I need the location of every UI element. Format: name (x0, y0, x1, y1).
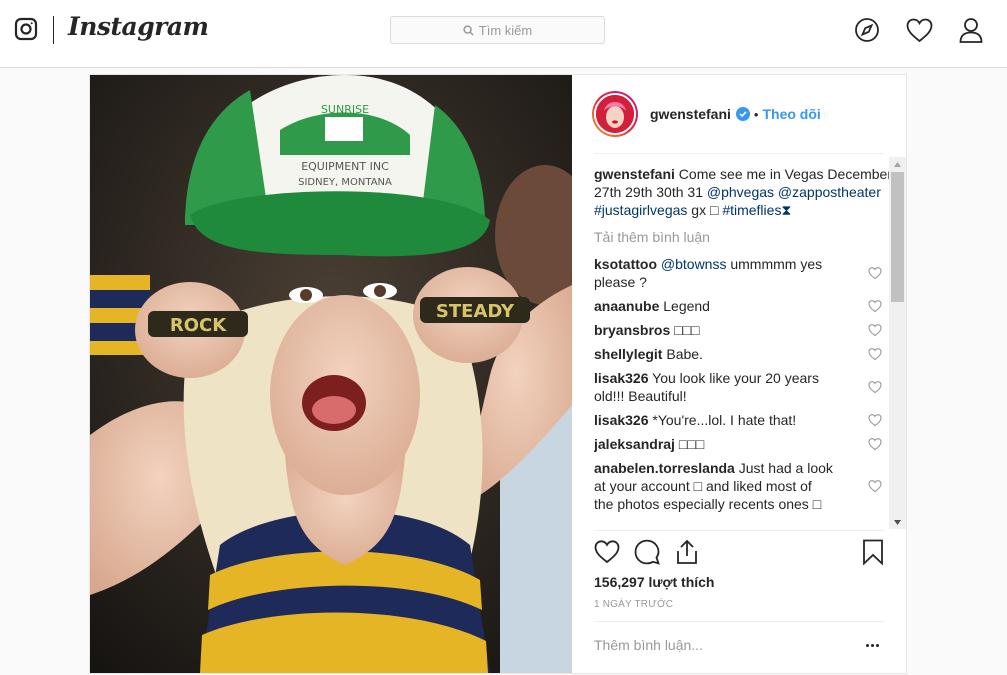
scroll-up-arrow-icon[interactable] (889, 157, 906, 171)
comment-text: anaanube Legend (594, 297, 834, 315)
search-icon (463, 24, 474, 36)
comment-username[interactable]: bryansbros (594, 322, 670, 338)
comment-like-heart-icon[interactable] (868, 413, 882, 427)
add-comment-divider (594, 621, 884, 622)
actions-divider (594, 530, 884, 531)
comment-item: anabelen.torreslanda Just had a look at … (594, 459, 894, 513)
comments-area[interactable]: gwenstefani Come see me in Vegas Decembe… (594, 157, 894, 529)
comment-username[interactable]: anabelen.torreslanda (594, 460, 735, 476)
follow-button[interactable]: Theo dõi (762, 106, 820, 122)
comment-username[interactable]: jaleksandraj (594, 436, 675, 452)
photo-illustration: ROCK STEADY SUNRISE EQUIPMENT INC SIDNEY… (90, 75, 572, 673)
comment-text: anabelen.torreslanda Just had a look at … (594, 459, 834, 513)
comment-mention[interactable]: @btownss (661, 256, 727, 272)
nav-icons (853, 16, 985, 44)
header-username[interactable]: gwenstefani (650, 106, 731, 122)
search-placeholder[interactable]: Tìm kiếm (479, 23, 532, 38)
comment-item: jaleksandraj □□□ (594, 435, 894, 453)
caption-hashtag-justagirlvegas[interactable]: #justagirlvegas (594, 202, 687, 218)
cap-text-1: SUNRISE (321, 103, 369, 116)
heart-icon (906, 18, 932, 42)
nav-divider (53, 16, 54, 44)
comment-text: shellylegit Babe. (594, 345, 834, 363)
compass-icon (855, 18, 879, 42)
verified-badge-icon (735, 107, 750, 121)
comment-username[interactable]: anaanube (594, 298, 659, 314)
comment-like-heart-icon[interactable] (868, 437, 882, 451)
comment-item: anaanube Legend (594, 297, 894, 315)
like-heart-icon[interactable] (594, 539, 620, 565)
comment-username[interactable]: shellylegit (594, 346, 662, 362)
comment-like-heart-icon[interactable] (868, 299, 882, 313)
instagram-wordmark[interactable]: Instagram (68, 12, 209, 41)
comment-item: lisak326 *You're...lol. I hate that! (594, 411, 894, 429)
more-dot-icon (870, 643, 874, 647)
cap-text-3: SIDNEY, MONTANA (298, 177, 392, 188)
explore-button[interactable] (853, 16, 881, 44)
comment-body: Babe. (662, 346, 703, 362)
comment-item: bryansbros □□□ (594, 321, 894, 339)
avatar-illustration (596, 95, 634, 133)
share-icon[interactable] (674, 539, 700, 565)
more-dot-icon (865, 643, 869, 647)
load-more-comments-button[interactable]: Tải thêm bình luận (594, 229, 894, 247)
post-sidebar: gwenstefani • Theo dõi gwenstefani Come … (572, 75, 906, 673)
comment-text: jaleksandraj □□□ (594, 435, 834, 453)
ring-text-rock: ROCK (170, 315, 227, 336)
comment-item: shellylegit Babe. (594, 345, 894, 363)
comment-text: bryansbros □□□ (594, 321, 834, 339)
scrollbar-thumb[interactable] (891, 172, 904, 302)
camera-logo-icon[interactable] (14, 17, 38, 41)
post-actions (594, 539, 884, 569)
comment-like-heart-icon[interactable] (868, 266, 882, 280)
activity-button[interactable] (905, 16, 933, 44)
comment-list: ksotattoo @btownss ummmmm yes please ? a… (594, 255, 894, 513)
caption-username[interactable]: gwenstefani (594, 166, 675, 182)
bookmark-icon[interactable] (860, 539, 886, 565)
comment-body: □□□ (670, 322, 700, 338)
add-comment-input[interactable] (594, 635, 854, 655)
caption-mention-phvegas[interactable]: @phvegas (707, 184, 774, 200)
post-photo[interactable]: ROCK STEADY SUNRISE EQUIPMENT INC SIDNEY… (90, 75, 572, 673)
separator-dot: • (753, 106, 759, 122)
ring-text-steady: STEADY (436, 301, 515, 322)
comment-text: lisak326 You look like your 20 years old… (594, 369, 834, 405)
post-header: gwenstefani • Theo dõi (572, 75, 906, 153)
comment-body: □□□ (674, 436, 705, 452)
comment-like-heart-icon[interactable] (868, 380, 882, 394)
profile-button[interactable] (957, 16, 985, 44)
caption-mention-zappostheater[interactable]: @zappostheater (778, 184, 881, 200)
caption: gwenstefani Come see me in Vegas Decembe… (594, 165, 894, 219)
more-options-button[interactable] (860, 636, 884, 654)
search-box[interactable]: Tìm kiếm (390, 16, 605, 44)
comment-body: *You're...lol. I hate that! (648, 412, 797, 428)
header-divider (594, 153, 884, 154)
comment-username[interactable]: lisak326 (594, 412, 649, 428)
top-nav: Instagram Tìm kiếm (0, 0, 1007, 68)
post-timestamp[interactable]: 1 NGÀY TRƯỚC (594, 599, 673, 610)
comment-bubble-icon[interactable] (634, 539, 660, 565)
comment-item: ksotattoo @btownss ummmmm yes please ? (594, 255, 894, 291)
cap-text-2: EQUIPMENT INC (301, 160, 389, 173)
avatar-image (594, 93, 636, 135)
comment-like-heart-icon[interactable] (868, 347, 882, 361)
comment-username[interactable]: ksotattoo (594, 256, 657, 272)
profile-icon (959, 18, 983, 43)
caption-text-2: gx □ (687, 202, 723, 218)
comment-item: lisak326 You look like your 20 years old… (594, 369, 894, 405)
more-dot-icon (875, 643, 879, 647)
comment-body: Legend (659, 298, 710, 314)
avatar[interactable] (592, 91, 638, 137)
post-card: ROCK STEADY SUNRISE EQUIPMENT INC SIDNEY… (89, 74, 907, 674)
comment-username[interactable]: lisak326 (594, 370, 649, 386)
comments-scrollbar[interactable] (889, 157, 906, 529)
comment-like-heart-icon[interactable] (868, 479, 882, 493)
likes-count[interactable]: 156,297 lượt thích (594, 574, 714, 590)
comment-text: lisak326 *You're...lol. I hate that! (594, 411, 834, 429)
caption-hashtag-timeflies[interactable]: #timeflies⧗ (722, 202, 791, 218)
scroll-down-arrow-icon[interactable] (889, 515, 906, 529)
comment-like-heart-icon[interactable] (868, 323, 882, 337)
comment-text: ksotattoo @btownss ummmmm yes please ? (594, 255, 834, 291)
